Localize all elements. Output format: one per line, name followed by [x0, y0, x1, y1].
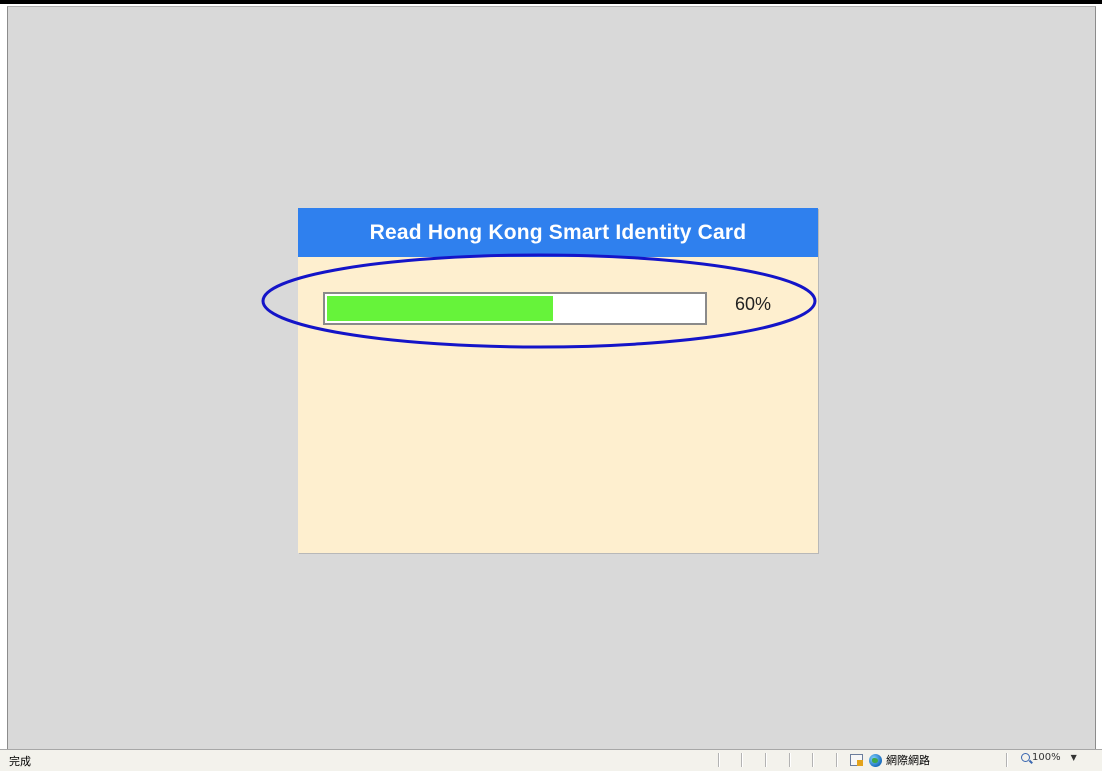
- window-top-border: [0, 0, 1102, 4]
- zone-label: 網際網路: [886, 754, 930, 767]
- progress-bar-fill: [327, 296, 553, 321]
- status-divider: [789, 753, 790, 767]
- status-bar: 完成 網際網路 100% ▼: [0, 749, 1102, 771]
- protected-mode-icon[interactable]: [850, 754, 863, 766]
- dialog-title: Read Hong Kong Smart Identity Card: [298, 208, 818, 257]
- zoom-control[interactable]: 100% ▼: [1021, 752, 1077, 763]
- security-zone[interactable]: 網際網路: [850, 752, 930, 768]
- status-divider: [765, 753, 766, 767]
- status-divider: [812, 753, 813, 767]
- status-divider: [718, 753, 719, 767]
- progress-percentage: 60%: [735, 294, 772, 314]
- zoom-icon: [1021, 753, 1030, 762]
- status-divider: [741, 753, 742, 767]
- status-divider: [836, 753, 837, 767]
- internet-zone-globe-icon: [869, 753, 882, 767]
- status-divider: [1006, 753, 1007, 767]
- status-text: 完成: [9, 755, 31, 768]
- zoom-label: 100%: [1032, 752, 1061, 763]
- read-card-dialog: Read Hong Kong Smart Identity Card 60%: [298, 208, 818, 553]
- progress-bar: [323, 292, 707, 325]
- zoom-dropdown-arrow-icon[interactable]: ▼: [1071, 753, 1077, 762]
